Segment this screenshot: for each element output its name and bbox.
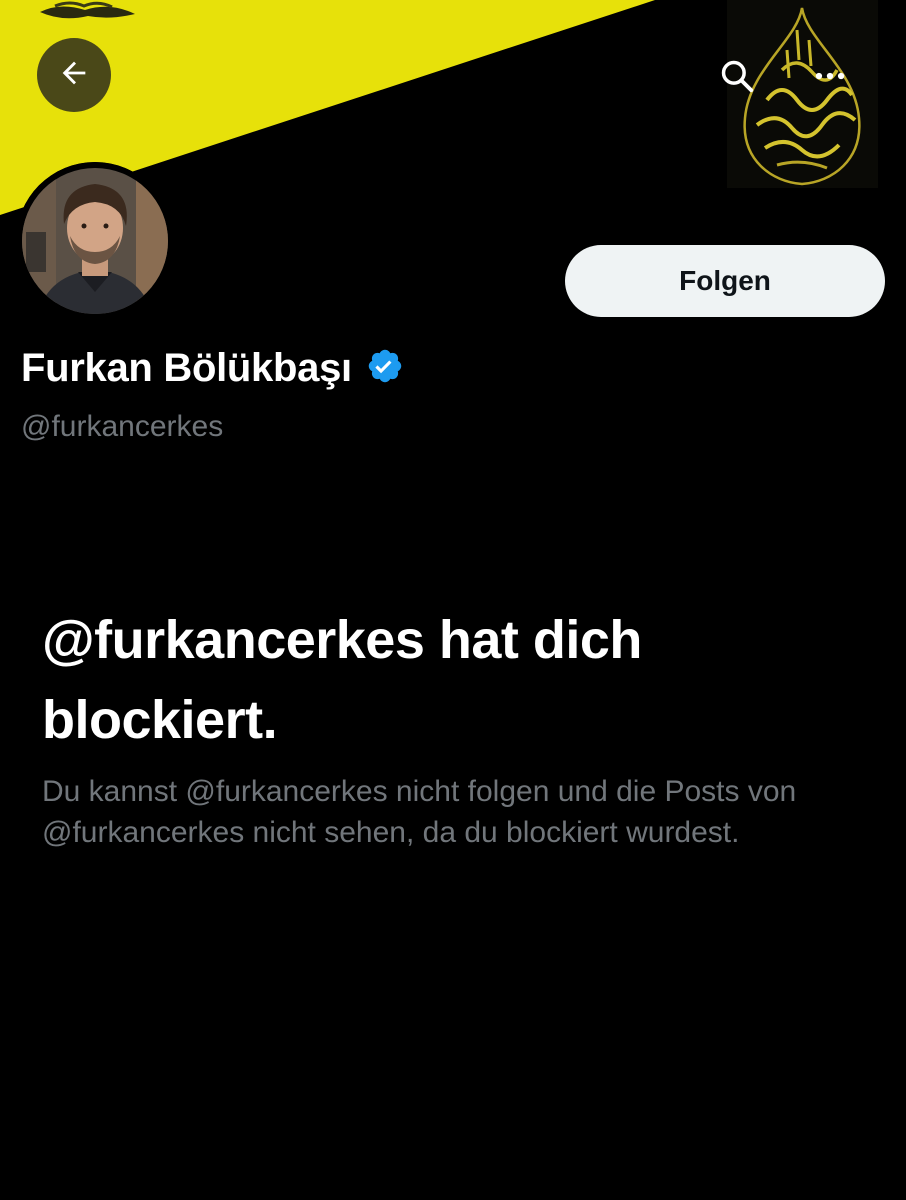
blocked-description: Du kannst @furkancerkes nicht folgen und… [42,775,797,849]
verified-badge-icon [366,347,404,390]
avatar[interactable] [16,162,174,320]
more-button[interactable] [805,53,855,103]
profile-handle: @furkancerkes [21,410,224,443]
blocked-title: @furkancerkes hat dich blockiert. [42,610,642,750]
more-horizontal-icon [811,57,849,100]
follow-button[interactable]: Folgen [565,245,885,317]
profile-name: Furkan Bölükbaşı [21,346,352,390]
search-button[interactable] [712,53,762,103]
back-button[interactable] [37,38,111,112]
profile-name-row: Furkan Bölükbaşı [21,346,404,391]
arrow-left-icon [57,56,91,95]
search-icon [718,57,756,100]
